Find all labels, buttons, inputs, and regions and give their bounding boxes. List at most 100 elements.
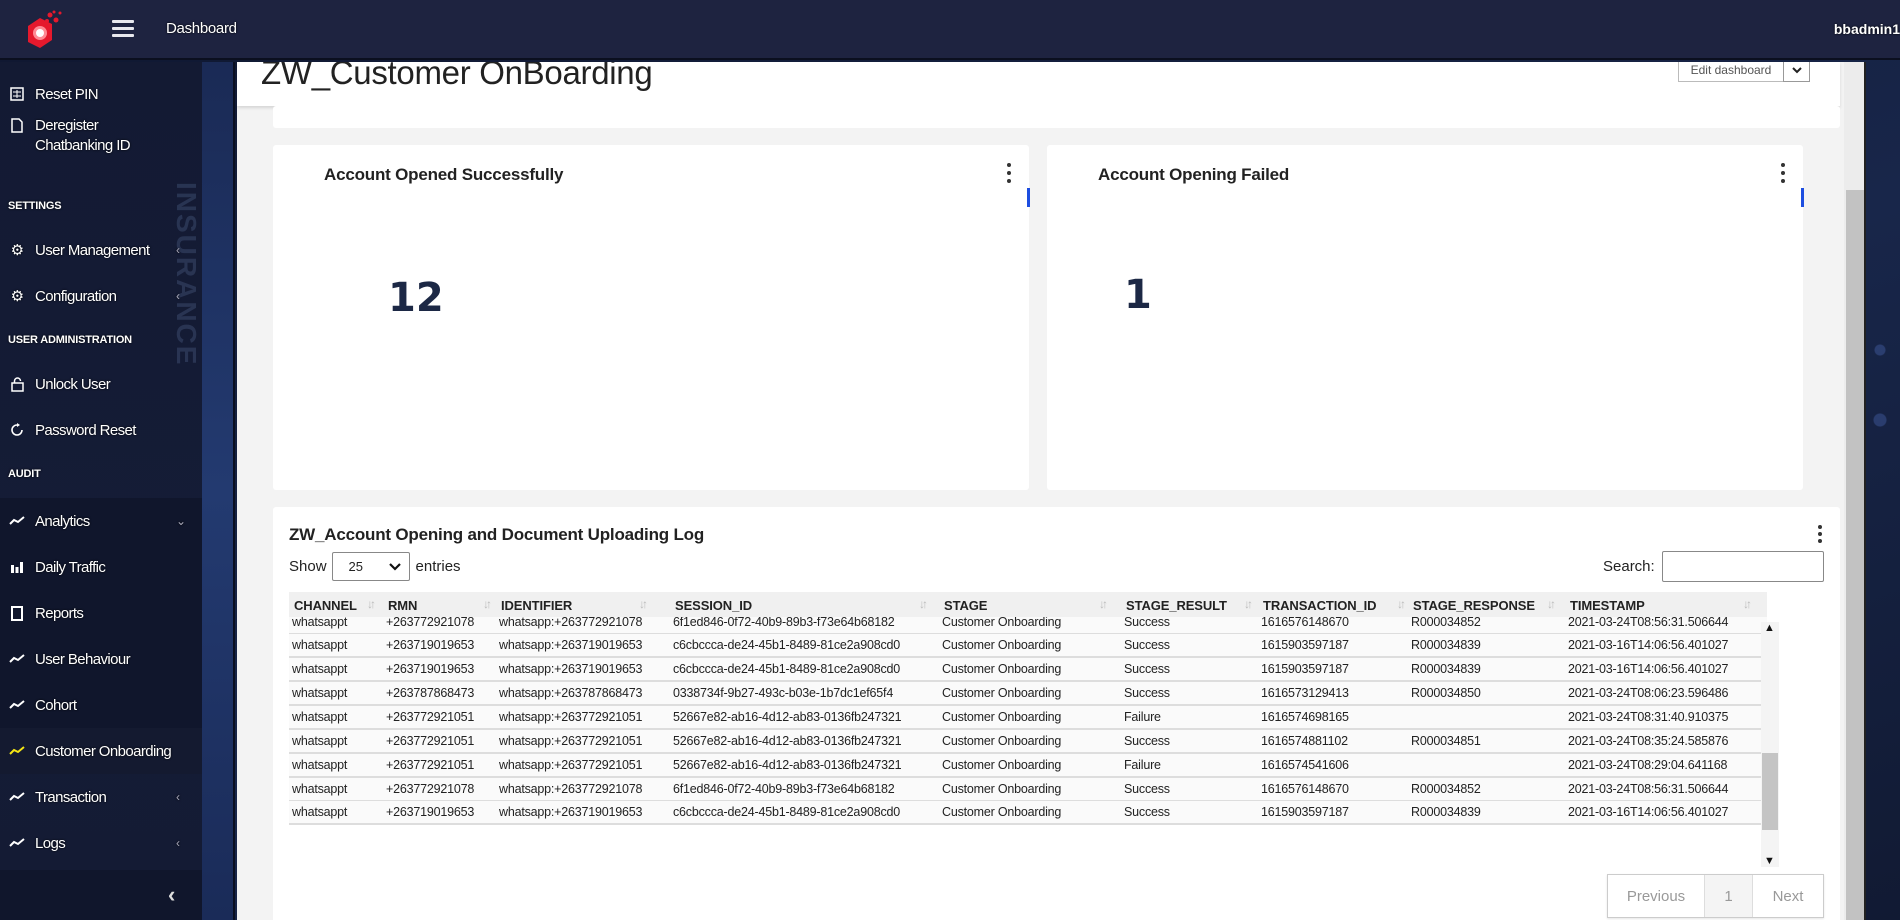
column-header-rmn[interactable]: RMN xyxy=(388,598,417,613)
cell-identifier: whatsapp:+263719019653 xyxy=(499,662,643,676)
sidebar-item-daily-traffic[interactable]: Daily Traffic xyxy=(0,544,202,590)
table-row[interactable]: whatsappt +263719019653 whatsapp:+26371901… xyxy=(289,658,1767,682)
cell-transaction-id: 1616574881102 xyxy=(1261,734,1348,748)
sort-icon[interactable]: ↓↑ xyxy=(1397,597,1406,611)
show-label: Show xyxy=(289,558,327,575)
edit-dashboard-button[interactable]: Edit dashboard xyxy=(1678,62,1784,82)
sort-icon[interactable]: ↓↑ xyxy=(919,597,928,611)
cell-identifier: whatsapp:+263772921051 xyxy=(499,734,643,748)
table-body: whatsappt +263772921078 whatsapp:+26377292… xyxy=(289,617,1767,869)
scrollbar-thumb[interactable] xyxy=(1762,753,1778,830)
cell-rmn: +263719019653 xyxy=(386,638,475,652)
sidebar-item-customer-onboarding[interactable]: Customer Onboarding xyxy=(0,728,202,774)
sidebar-item-label: Deregister Chatbanking ID xyxy=(35,117,131,154)
log-table-card: ZW_Account Opening and Document Uploadin… xyxy=(273,507,1840,920)
scroll-up-arrow-icon[interactable]: ▲ xyxy=(1764,622,1775,634)
table-row[interactable]: whatsappt +263772921051 whatsapp:+26377292… xyxy=(289,730,1767,754)
cell-stage-result: Success xyxy=(1124,617,1170,629)
next-page-button[interactable]: Next xyxy=(1753,875,1823,917)
edit-dashboard-dropdown[interactable] xyxy=(1783,62,1810,82)
sidebar-item-unlock-user[interactable]: Unlock User xyxy=(0,364,202,404)
page-scrollbar-thumb[interactable] xyxy=(1846,190,1864,920)
collapse-sidebar-button[interactable]: ‹ xyxy=(168,882,175,908)
column-header-stage[interactable]: STAGE xyxy=(944,598,987,613)
table-scrollbar[interactable]: ▲ ▼ xyxy=(1761,622,1779,867)
sidebar-watermark: INSURANCE xyxy=(171,182,202,367)
user-menu[interactable]: bbadmin1 xyxy=(1834,21,1900,37)
filter-strip xyxy=(273,106,1840,128)
column-header-timestamp[interactable]: TIMESTAMP xyxy=(1570,598,1645,613)
scroll-down-arrow-icon[interactable]: ▼ xyxy=(1764,855,1775,867)
cell-rmn: +263772921051 xyxy=(386,710,475,724)
sidebar-item-user-management[interactable]: ⚙ User Management ‹ xyxy=(0,230,202,270)
sidebar-item-cohort[interactable]: Cohort xyxy=(0,682,202,728)
page-scrollbar[interactable] xyxy=(1844,62,1866,920)
cell-stage-response: R000034839 xyxy=(1411,805,1481,819)
sidebar-item-transaction[interactable]: Transaction ‹ xyxy=(0,774,202,820)
table-row[interactable]: whatsappt +263772921051 whatsapp:+26377292… xyxy=(289,754,1767,778)
sidebar-item-reset-pin[interactable]: Reset PIN xyxy=(0,74,202,114)
gear-icon: ⚙ xyxy=(10,288,24,305)
sort-icon[interactable]: ↓↑ xyxy=(639,597,648,611)
sidebar-item-logs[interactable]: Logs ‹ xyxy=(0,820,202,866)
sort-icon[interactable]: ↓↑ xyxy=(483,597,492,611)
page-length-select[interactable]: 25 xyxy=(331,552,410,581)
table-row[interactable]: whatsappt +263772921078 whatsapp:+26377292… xyxy=(289,617,1767,635)
table-row[interactable]: whatsappt +263719019653 whatsapp:+26371901… xyxy=(289,801,1767,825)
page-number-button[interactable]: 1 xyxy=(1705,875,1753,917)
sort-icon[interactable]: ↓↑ xyxy=(1743,597,1752,611)
book-icon xyxy=(9,605,25,621)
cell-identifier: whatsapp:+263772921078 xyxy=(499,617,643,629)
table-row[interactable]: whatsappt +263787868473 whatsapp:+26378786… xyxy=(289,682,1767,706)
column-header-identifier[interactable]: IDENTIFIER xyxy=(501,598,572,613)
sort-icon[interactable]: ↓↑ xyxy=(1547,597,1556,611)
more-options-icon[interactable] xyxy=(1007,163,1013,183)
cell-session-id: 6f1ed846-0f72-40b9-89b3-f73e64b68182 xyxy=(673,782,895,796)
breadcrumb-dashboard[interactable]: Dashboard xyxy=(166,20,237,37)
entries-label: entries xyxy=(415,558,461,575)
kpi-card-account-failed: Account Opening Failed 1 xyxy=(1047,145,1804,490)
column-header-transaction-id[interactable]: TRANSACTION_ID xyxy=(1263,598,1377,613)
cell-identifier: whatsapp:+263772921051 xyxy=(499,710,643,724)
cell-session-id: 52667e82-ab16-4d12-ab83-0136fb247321 xyxy=(673,734,902,748)
sort-icon[interactable]: ↓↑ xyxy=(367,597,376,611)
sidebar-item-label: Cohort xyxy=(35,696,77,714)
column-header-stage-result[interactable]: STAGE_RESULT xyxy=(1126,598,1227,613)
sidebar-item-label: User Behaviour xyxy=(35,650,131,668)
sidebar-item-deregister-chatbanking-id[interactable]: Deregister Chatbanking ID xyxy=(0,114,202,158)
section-user-administration: USER ADMINISTRATION xyxy=(8,334,132,346)
previous-page-button[interactable]: Previous xyxy=(1608,875,1705,917)
lock-icon xyxy=(9,376,25,392)
table-row[interactable]: whatsappt +263719019653 whatsapp:+26371901… xyxy=(289,634,1767,658)
more-options-icon[interactable] xyxy=(1781,163,1787,183)
sidebar-item-configuration[interactable]: ⚙ Configuration ‹ xyxy=(0,276,202,316)
sidebar-item-analytics[interactable]: Analytics ⌄ xyxy=(0,498,202,544)
more-options-icon[interactable] xyxy=(1818,525,1824,543)
column-header-channel[interactable]: CHANNEL xyxy=(294,598,357,613)
hamburger-menu-icon[interactable] xyxy=(112,20,134,38)
cell-stage: Customer Onboarding xyxy=(942,710,1062,724)
main-content: ZW_Customer OnBoarding Edit dashboard Ac… xyxy=(237,62,1844,920)
sort-icon[interactable]: ↓↑ xyxy=(1244,597,1253,611)
chevron-down-icon: ⌄ xyxy=(176,514,186,528)
sidebar-item-label: Logs xyxy=(35,834,66,852)
column-header-stage-response[interactable]: STAGE_RESPONSE xyxy=(1413,598,1535,613)
cell-session-id: c6cbccca-de24-45b1-8489-81ce2a908cd0 xyxy=(673,662,900,676)
cell-stage-result: Success xyxy=(1124,638,1170,652)
sidebar-item-user-behaviour[interactable]: User Behaviour xyxy=(0,636,202,682)
cell-channel: whatsappt xyxy=(292,758,348,772)
cell-session-id: 52667e82-ab16-4d12-ab83-0136fb247321 xyxy=(673,710,902,724)
kpi-accent-bar xyxy=(1801,188,1804,207)
sort-icon[interactable]: ↓↑ xyxy=(1099,597,1108,611)
column-header-session-id[interactable]: SESSION_ID xyxy=(675,598,752,613)
table-row[interactable]: whatsappt +263772921078 whatsapp:+26377292… xyxy=(289,778,1767,802)
sidebar-item-reports[interactable]: Reports xyxy=(0,590,202,636)
table-row[interactable]: whatsappt +263772921051 whatsapp:+26377292… xyxy=(289,706,1767,730)
cell-transaction-id: 1616576148670 xyxy=(1261,617,1349,629)
cell-stage-result: Success xyxy=(1124,734,1170,748)
sidebar-item-password-reset[interactable]: Password Reset xyxy=(0,410,202,450)
app-logo-icon[interactable] xyxy=(20,8,64,52)
search-input[interactable] xyxy=(1661,551,1824,582)
cell-session-id: 52667e82-ab16-4d12-ab83-0136fb247321 xyxy=(673,758,902,772)
table-header: CHANNEL ↓↑ RMN ↓↑ IDENTIFIER ↓↑ SESSION_… xyxy=(289,592,1767,618)
